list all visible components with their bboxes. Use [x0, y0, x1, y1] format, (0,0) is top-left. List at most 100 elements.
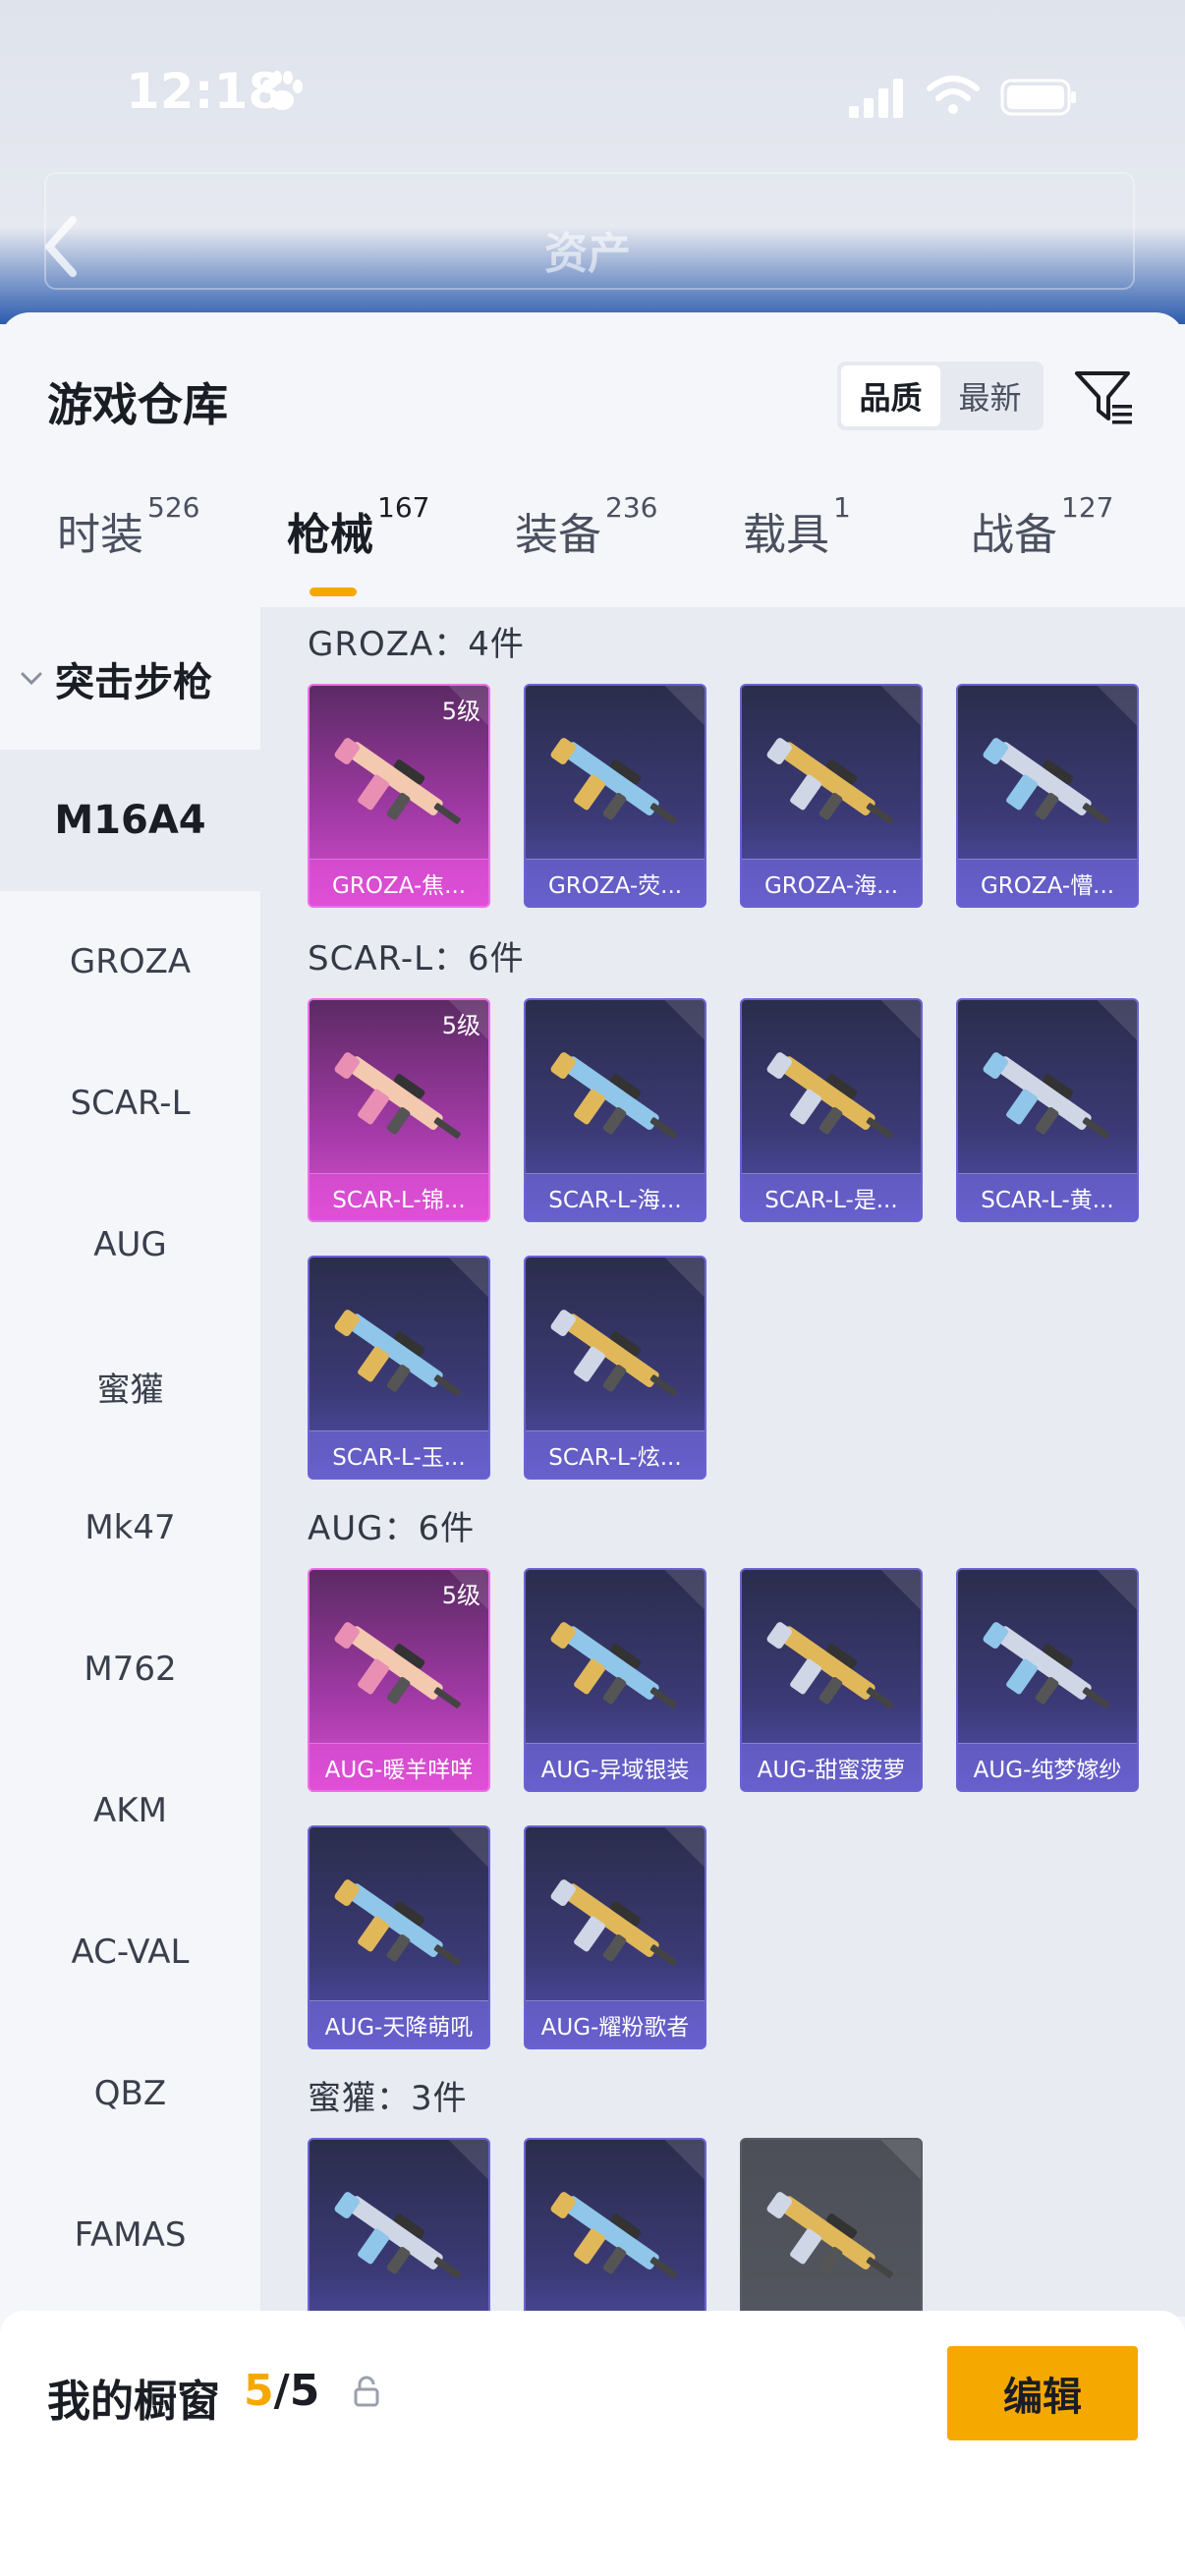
wifi-icon — [927, 76, 980, 114]
gun-icon — [334, 1879, 461, 1966]
skin-name: SCAR-L-炫... — [526, 1430, 705, 1478]
skin-name: AUG-异域银装 — [526, 1743, 705, 1790]
skin-card[interactable]: 5级 GROZA-焦... — [308, 684, 490, 908]
sidebar-item-akm[interactable]: AKM — [0, 1740, 260, 1881]
skin-name: GROZA-海... — [742, 859, 921, 906]
gun-icon — [550, 1879, 677, 1966]
skin-card[interactable] — [524, 2138, 706, 2317]
skin-card[interactable]: AUG-异域银装 — [524, 1568, 706, 1792]
sidebar-item-ac-val[interactable]: AC-VAL — [0, 1881, 260, 2023]
tab-count: 236 — [605, 491, 658, 524]
skin-level-badge: 5级 — [441, 1012, 480, 1039]
chevron-down-icon — [21, 672, 42, 685]
tab-vehicles[interactable]: 载具1 — [743, 491, 851, 562]
page-title: 游戏仓库 — [47, 378, 228, 431]
sidebar-item-mk47[interactable]: Mk47 — [0, 1457, 260, 1598]
group-title-aug: AUG：6件 — [308, 1509, 476, 1548]
signal-icon — [849, 79, 903, 118]
gun-icon — [334, 1052, 461, 1139]
skin-level-badge: 5级 — [441, 698, 480, 725]
skin-name: GROZA-焦... — [310, 859, 488, 906]
back-icon[interactable] — [37, 212, 88, 281]
gun-icon — [766, 2192, 893, 2278]
gun-icon — [766, 1052, 893, 1139]
tab-equipment[interactable]: 装备236 — [515, 491, 657, 562]
tab-label: 枪械 — [287, 510, 373, 560]
showcase-separator: / — [273, 2366, 290, 2416]
sidebar-item-m762[interactable]: M762 — [0, 1598, 260, 1740]
skin-card[interactable]: AUG-纯梦嫁纱 — [956, 1568, 1139, 1792]
skin-name: SCAR-L-玉... — [310, 1430, 488, 1478]
gun-icon — [766, 1622, 893, 1708]
gun-icon — [550, 2192, 677, 2278]
gun-icon — [550, 1622, 677, 1708]
sidebar-category-label: 突击步枪 — [55, 659, 212, 705]
skin-card[interactable]: SCAR-L-玉... — [308, 1256, 490, 1480]
tab-guns[interactable]: 枪械167 — [287, 491, 429, 562]
sidebar-item-aug[interactable]: AUG — [0, 1174, 260, 1316]
skin-card[interactable]: GROZA-荧... — [524, 684, 706, 908]
group-title-groza: GROZA：4件 — [308, 625, 525, 664]
showcase-label: 我的橱窗 — [47, 2377, 220, 2427]
skin-name: AUG-耀粉歌者 — [526, 2000, 705, 2047]
skin-name: SCAR-L-海... — [526, 1173, 705, 1220]
tab-supplies[interactable]: 战备127 — [971, 491, 1113, 562]
skin-card[interactable]: SCAR-L-是... — [740, 998, 923, 1222]
sidebar-item-famas[interactable]: FAMAS — [0, 2164, 260, 2306]
gun-icon — [550, 1310, 677, 1396]
tab-label: 载具 — [743, 510, 829, 560]
skin-card[interactable]: SCAR-L-炫... — [524, 1256, 706, 1480]
skin-card[interactable]: 5级 SCAR-L-锦... — [308, 998, 490, 1222]
skin-card[interactable]: GROZA-海... — [740, 684, 923, 908]
skin-name: SCAR-L-黄... — [958, 1173, 1137, 1220]
skin-card[interactable]: AUG-天降萌吼 — [308, 1825, 490, 2049]
sidebar-item-honey-badger[interactable]: 蜜獾 — [0, 1316, 260, 1457]
warehouse-sheet: 游戏仓库 品质 最新 时装526 枪械167 装备236 载具1 战备127 突… — [0, 312, 1185, 2576]
active-tab-indicator — [310, 588, 357, 596]
lock-icon — [354, 2376, 379, 2407]
sort-toggle: 品质 最新 — [837, 362, 1044, 430]
status-bar: 12:18 — [0, 0, 1185, 196]
category-tabs: 时装526 枪械167 装备236 载具1 战备127 — [0, 491, 1185, 607]
showcase-current: 5 — [244, 2366, 274, 2416]
sidebar-item-scar-l[interactable]: SCAR-L — [0, 1033, 260, 1174]
sidebar-category-assault-rifle[interactable]: 突击步枪 — [0, 607, 260, 750]
tab-count: 526 — [147, 491, 200, 524]
weapon-sidebar: 突击步枪 M16A4 GROZA SCAR-L AUG 蜜獾 Mk47 M762… — [0, 607, 260, 2317]
gun-icon — [983, 1052, 1109, 1139]
gun-icon — [550, 1052, 677, 1139]
sidebar-item-qbz[interactable]: QBZ — [0, 2023, 260, 2164]
skin-name: GROZA-懵... — [958, 859, 1137, 906]
showcase-bar: 我的橱窗 5/5 编辑 — [0, 2311, 1185, 2576]
skin-card[interactable]: SCAR-L-海... — [524, 998, 706, 1222]
edit-button[interactable]: 编辑 — [947, 2346, 1138, 2440]
sort-quality-button[interactable]: 品质 — [841, 365, 940, 426]
skin-name: AUG-暖羊咩咩 — [310, 1743, 488, 1790]
skin-card[interactable] — [308, 2138, 490, 2317]
sort-latest-button[interactable]: 最新 — [940, 365, 1040, 426]
gun-icon — [983, 738, 1109, 824]
skin-name: SCAR-L-锦... — [310, 1173, 488, 1220]
gun-icon — [334, 1622, 461, 1708]
tab-label: 时装 — [57, 510, 143, 560]
gun-icon — [983, 1622, 1109, 1708]
group-title-honey-badger: 蜜獾：3件 — [308, 2079, 468, 2118]
skin-card[interactable] — [740, 2138, 923, 2317]
filter-icon[interactable] — [1071, 364, 1136, 428]
tab-fashion[interactable]: 时装526 — [57, 491, 199, 562]
skin-card[interactable]: AUG-甜蜜菠萝 — [740, 1568, 923, 1792]
tab-count: 167 — [377, 491, 430, 524]
sidebar-item-groza[interactable]: GROZA — [0, 891, 260, 1033]
tab-label: 战备 — [971, 510, 1057, 560]
skin-card[interactable]: AUG-耀粉歌者 — [524, 1825, 706, 2049]
skin-card[interactable]: 5级 AUG-暖羊咩咩 — [308, 1568, 490, 1792]
skin-name: SCAR-L-是... — [742, 1173, 921, 1220]
gun-icon — [334, 2192, 461, 2278]
background-title: 资产 — [544, 229, 631, 279]
gun-icon — [766, 738, 893, 824]
skin-card[interactable]: GROZA-懵... — [956, 684, 1139, 908]
skin-card[interactable]: SCAR-L-黄... — [956, 998, 1139, 1222]
sidebar-item-m16a4[interactable]: M16A4 — [0, 750, 260, 891]
gun-icon — [550, 738, 677, 824]
tab-count: 127 — [1061, 491, 1114, 524]
